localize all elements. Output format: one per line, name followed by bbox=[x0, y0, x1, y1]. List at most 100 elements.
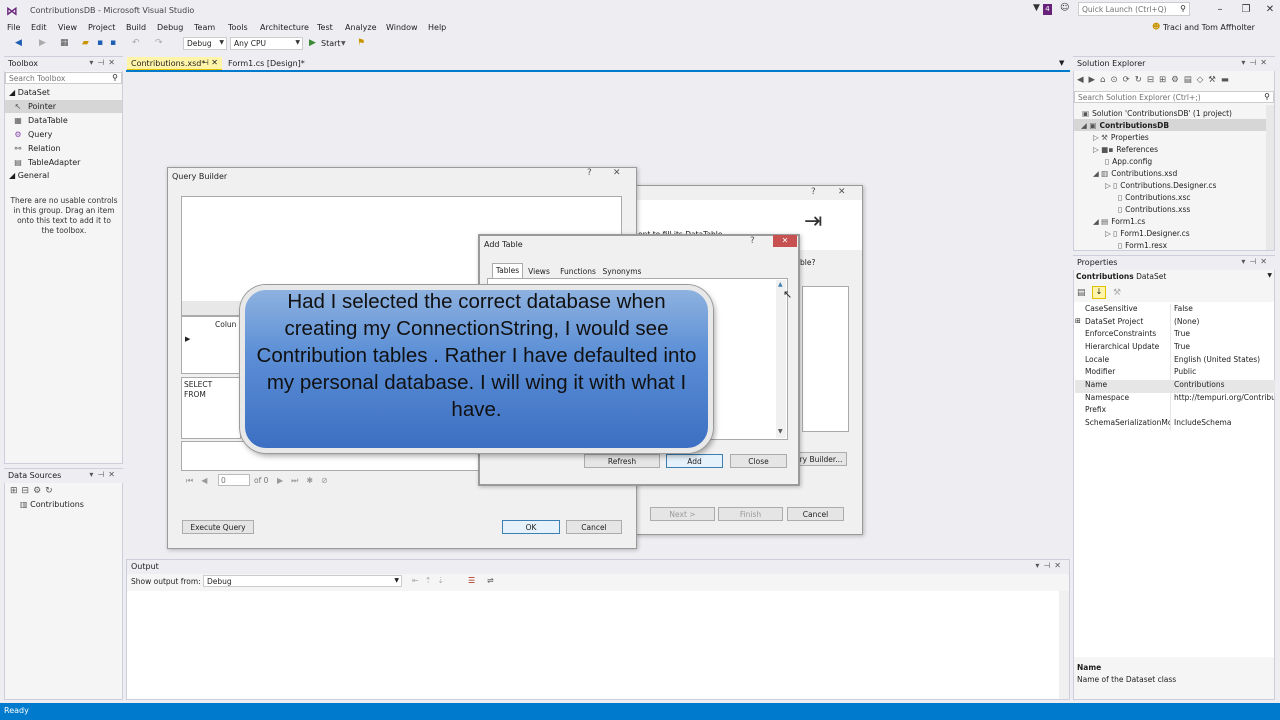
property-row[interactable]: SchemaSerializationModeIncludeSchema bbox=[1075, 418, 1275, 431]
solution-explorer-scrollbar[interactable] bbox=[1266, 105, 1274, 250]
back-icon[interactable]: ◀ bbox=[15, 38, 22, 48]
solution-explorer-search-input[interactable]: Search Solution Explorer (Ctrl+;) ⚲ bbox=[1074, 91, 1274, 103]
property-grid-divider[interactable] bbox=[1170, 304, 1171, 430]
menu-edit[interactable]: Edit bbox=[31, 23, 47, 32]
tab-functions[interactable]: Functions bbox=[556, 265, 600, 278]
property-row[interactable]: CaseSensitive False bbox=[1075, 304, 1275, 317]
query-builder-button[interactable]: ry Builder... bbox=[795, 452, 847, 466]
scroll-down-icon[interactable]: ▼ bbox=[778, 428, 783, 435]
nav-first-prev-icons[interactable]: ⏮◀ bbox=[186, 476, 215, 486]
clear-all-icon[interactable]: ☰ bbox=[468, 576, 475, 585]
toolbox-group-dataset[interactable]: ◢ DataSet bbox=[9, 88, 50, 97]
nav-position-input[interactable]: 0 bbox=[218, 474, 250, 486]
filter-icon[interactable]: ▼ bbox=[1033, 3, 1040, 13]
tab-contributions-xsd[interactable]: Contributions.xsd* ⊣ ✕ bbox=[127, 57, 222, 70]
close-icon[interactable]: ✕ bbox=[773, 235, 797, 247]
property-row[interactable]: ⊞ DataSet Project (None) bbox=[1075, 317, 1275, 330]
form1-node[interactable]: ◢ ▤ Form1.cs bbox=[1093, 217, 1145, 226]
user-name[interactable]: Traci and Tom Affholter bbox=[1163, 23, 1255, 32]
properties-object-selector[interactable]: Contributions DataSet ▼ bbox=[1076, 272, 1274, 281]
solution-node[interactable]: ▣ Solution 'ContributionsDB' (1 project) bbox=[1082, 109, 1232, 118]
panel-controls[interactable]: ▾⊣✕ bbox=[89, 58, 119, 67]
panel-controls[interactable]: ▾⊣✕ bbox=[1241, 257, 1271, 266]
property-pages-icon[interactable]: ⚒ bbox=[1113, 288, 1121, 298]
start-icon[interactable]: ▶ bbox=[309, 38, 316, 48]
menu-help[interactable]: Help bbox=[428, 23, 446, 32]
redo-icon[interactable]: ↷ bbox=[155, 38, 163, 48]
property-row[interactable]: Namespace http://tempuri.org/Contribut bbox=[1075, 393, 1275, 406]
property-row[interactable]: Locale English (United States) bbox=[1075, 355, 1275, 368]
tab-form1-design[interactable]: Form1.cs [Design]* bbox=[224, 57, 314, 70]
output-source-select[interactable]: Debug ▼ bbox=[203, 575, 402, 587]
categorized-icon[interactable]: ▤ bbox=[1077, 288, 1090, 298]
scroll-up-icon[interactable]: ▲ bbox=[778, 281, 783, 288]
quick-launch-input[interactable]: Quick Launch (Ctrl+Q) ⚲ bbox=[1078, 2, 1190, 16]
project-node[interactable]: ◢ ▣ ContributionsDB bbox=[1081, 121, 1169, 130]
next-button[interactable]: Next > bbox=[650, 507, 715, 521]
save-icon[interactable]: ▪ bbox=[97, 38, 103, 48]
app-config-node[interactable]: ▯ App.config bbox=[1105, 157, 1152, 166]
menu-file[interactable]: File bbox=[7, 23, 20, 32]
menu-project[interactable]: Project bbox=[88, 23, 115, 32]
panel-controls[interactable]: ▾⊣✕ bbox=[1241, 58, 1271, 67]
menu-view[interactable]: View bbox=[58, 23, 77, 32]
toolbox-group-general[interactable]: ◢ General bbox=[9, 171, 49, 180]
tab-views[interactable]: Views bbox=[524, 265, 554, 278]
contributions-xss-node[interactable]: ▯ Contributions.xss bbox=[1118, 205, 1190, 214]
solution-platform-select[interactable]: Any CPU ▼ bbox=[230, 37, 303, 50]
help-icon[interactable]: ? bbox=[811, 187, 816, 197]
panel-controls[interactable]: ▾⊣✕ bbox=[89, 470, 119, 479]
property-row[interactable]: Hierarchical Update True bbox=[1075, 342, 1275, 355]
property-row[interactable]: Modifier Public bbox=[1075, 367, 1275, 380]
datasource-item[interactable]: ▥ Contributions bbox=[20, 500, 84, 509]
menu-debug[interactable]: Debug bbox=[157, 23, 183, 32]
toolbox-item-pointer[interactable]: ↖ Pointer bbox=[8, 102, 56, 111]
tab-tables[interactable]: Tables bbox=[492, 263, 523, 278]
pin-close-icon[interactable]: ⊣ ✕ bbox=[202, 58, 218, 67]
solution-explorer-toolbar[interactable]: ◀▶⌂⊙⟳↻⊟⊞⚙▤◇⚒▬ bbox=[1077, 75, 1234, 85]
new-project-icon[interactable]: ▦ bbox=[60, 38, 69, 48]
menu-team[interactable]: Team bbox=[194, 23, 215, 32]
toolbox-item-datatable[interactable]: ▦ DataTable bbox=[8, 116, 68, 125]
undo-icon[interactable]: ↶ bbox=[132, 38, 140, 48]
menu-tools[interactable]: Tools bbox=[228, 23, 248, 32]
close-window-button[interactable]: ✕ bbox=[1262, 3, 1278, 17]
execute-query-button[interactable]: Execute Query bbox=[182, 520, 254, 534]
word-wrap-icon[interactable]: ⇌ bbox=[487, 576, 494, 585]
start-button-label[interactable]: Start bbox=[321, 39, 341, 48]
toolbox-item-tableadapter[interactable]: ▤ TableAdapter bbox=[8, 158, 80, 167]
forward-icon[interactable]: ▶ bbox=[39, 38, 46, 48]
find-icon[interactable]: ⚑ bbox=[357, 38, 365, 48]
close-icon[interactable]: ✕ bbox=[838, 187, 846, 197]
properties-node[interactable]: ▷ ⚒ Properties bbox=[1093, 133, 1149, 142]
tab-overflow-icon[interactable]: ▼ bbox=[1059, 59, 1064, 67]
references-node[interactable]: ▷ ■▪ References bbox=[1093, 145, 1158, 154]
query-cancel-button[interactable]: Cancel bbox=[566, 520, 622, 534]
notification-badge[interactable]: 4 bbox=[1043, 4, 1052, 15]
solution-config-select[interactable]: Debug ▼ bbox=[183, 37, 227, 50]
menu-window[interactable]: Window bbox=[386, 23, 418, 32]
datasources-toolbar[interactable]: ⊞⊟⚙↻ bbox=[10, 486, 57, 496]
start-dropdown-icon[interactable]: ▼ bbox=[341, 40, 346, 47]
finish-button[interactable]: Finish bbox=[718, 507, 783, 521]
output-nav-icons[interactable]: ⇤⇡⇣ bbox=[412, 576, 450, 585]
add-button[interactable]: Add bbox=[666, 454, 723, 468]
close-button[interactable]: Close bbox=[730, 454, 787, 468]
ok-button[interactable]: OK bbox=[502, 520, 560, 534]
restore-button[interactable]: ❐ bbox=[1238, 3, 1254, 17]
expand-icon[interactable]: ⊞ bbox=[1075, 317, 1081, 325]
output-text-area[interactable] bbox=[127, 591, 1059, 699]
help-icon[interactable]: ? bbox=[750, 236, 755, 246]
contributions-xsd-node[interactable]: ◢ ▥ Contributions.xsd bbox=[1093, 169, 1177, 178]
nav-next-last-icons[interactable]: ▶⏭✱⊘ bbox=[277, 476, 336, 486]
property-row[interactable]: EnforceConstraints True bbox=[1075, 329, 1275, 342]
diagram-scrollbar[interactable] bbox=[182, 301, 242, 315]
toolbox-item-relation[interactable]: ⚯ Relation bbox=[8, 144, 61, 153]
minimize-button[interactable]: – bbox=[1212, 3, 1228, 17]
close-icon[interactable]: ✕ bbox=[613, 168, 621, 178]
feedback-icon[interactable]: ☺ bbox=[1060, 3, 1069, 13]
alphabetical-icon[interactable]: ↓ bbox=[1092, 286, 1106, 299]
wizard-sql-box[interactable] bbox=[802, 286, 849, 432]
wizard-cancel-button[interactable]: Cancel bbox=[787, 507, 844, 521]
table-list-scrollbar[interactable] bbox=[776, 280, 786, 438]
